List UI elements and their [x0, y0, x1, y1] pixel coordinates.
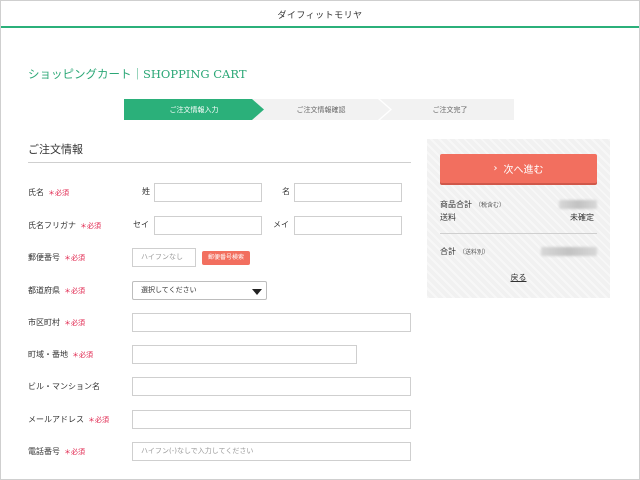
required-mark: ＊必須	[64, 319, 85, 327]
phone-input[interactable]: ハイフン(-)なしで入力してください	[132, 442, 411, 461]
last-name-label: 姓	[142, 187, 150, 196]
phone-label: 電話番号	[28, 447, 60, 456]
building-input[interactable]	[132, 377, 411, 396]
kana-label: 氏名フリガナ	[28, 221, 76, 230]
required-mark: ＊必須	[64, 448, 85, 456]
city-row-label: 市区町村 ＊必須	[28, 317, 85, 329]
prefecture-label: 都道府県	[28, 286, 60, 295]
next-button[interactable]: › 次へ進む	[440, 154, 597, 183]
shipping-label: 送料	[440, 213, 456, 222]
header-bar: ダイフィットモリヤ	[1, 1, 639, 28]
summary-divider	[440, 233, 597, 234]
total-value-blurred	[541, 247, 597, 256]
zip-input[interactable]: ハイフンなし	[132, 248, 196, 267]
zip-label: 郵便番号	[28, 253, 60, 262]
kana-first-input[interactable]	[294, 216, 402, 235]
prefecture-selected: 選択してください	[141, 286, 197, 294]
zip-search-button[interactable]: 郵便番号検索	[202, 251, 250, 265]
prefecture-select[interactable]: 選択してください	[132, 281, 267, 300]
kana-first-label: メイ	[273, 220, 289, 229]
shipping-value: 未確定	[570, 213, 594, 222]
order-summary-panel: › 次へ進む 商品合計 （税含む） 送料 未確定 合計 （送料別） 戻る	[427, 139, 610, 298]
step-confirm: ご注文情報確認	[252, 99, 390, 120]
subtotal-label: 商品合計	[440, 200, 472, 209]
kana-last-label: セイ	[133, 220, 149, 229]
kana-row-label: 氏名フリガナ ＊必須	[28, 220, 101, 232]
email-input[interactable]	[132, 410, 411, 429]
required-mark: ＊必須	[48, 189, 69, 197]
phone-row-label: 電話番号 ＊必須	[28, 446, 85, 458]
caret-down-icon	[252, 289, 262, 295]
subtotal-row: 商品合計 （税含む）	[440, 199, 505, 210]
prefecture-row-label: 都道府県 ＊必須	[28, 285, 85, 297]
email-label: メールアドレス	[28, 415, 84, 424]
next-button-label: 次へ進む	[503, 165, 544, 176]
step-complete: ご注文完了	[378, 99, 514, 120]
first-name-input[interactable]	[294, 183, 402, 202]
first-name-label: 名	[282, 187, 290, 196]
name-label: 氏名	[28, 188, 44, 197]
chevron-right-icon: ›	[493, 163, 498, 174]
store-name[interactable]: ダイフィットモリヤ	[1, 8, 639, 21]
section-title: ご注文情報	[28, 143, 83, 156]
required-mark: ＊必須	[80, 222, 101, 230]
subtotal-note: （税含む）	[475, 202, 506, 209]
subtotal-value-blurred	[559, 200, 597, 209]
city-input[interactable]	[132, 313, 411, 332]
building-label: ビル・マンション名	[28, 382, 100, 391]
email-row-label: メールアドレス ＊必須	[28, 414, 109, 426]
street-label: 町域・番地	[28, 350, 68, 359]
required-mark: ＊必須	[72, 351, 93, 359]
required-mark: ＊必須	[64, 254, 85, 262]
last-name-input[interactable]	[154, 183, 262, 202]
total-note: （送料別）	[459, 249, 490, 256]
total-label: 合計	[440, 247, 456, 256]
kana-last-input[interactable]	[154, 216, 262, 235]
zip-row-label: 郵便番号 ＊必須	[28, 252, 85, 264]
checkout-steps: ご注文完了 ご注文情報確認 ご注文情報入力	[124, 99, 514, 120]
step-input-active: ご注文情報入力	[124, 99, 264, 120]
building-row-label: ビル・マンション名	[28, 381, 100, 393]
total-row: 合計 （送料別）	[440, 246, 489, 257]
street-input[interactable]	[132, 345, 357, 364]
required-mark: ＊必須	[64, 287, 85, 295]
name-row-label: 氏名 ＊必須	[28, 187, 69, 199]
page-title: ショッピングカート｜SHOPPING CART	[28, 67, 247, 81]
street-row-label: 町域・番地 ＊必須	[28, 349, 93, 361]
city-label: 市区町村	[28, 318, 60, 327]
back-link[interactable]: 戻る	[427, 272, 610, 283]
section-divider	[28, 162, 411, 163]
required-mark: ＊必須	[88, 416, 109, 424]
